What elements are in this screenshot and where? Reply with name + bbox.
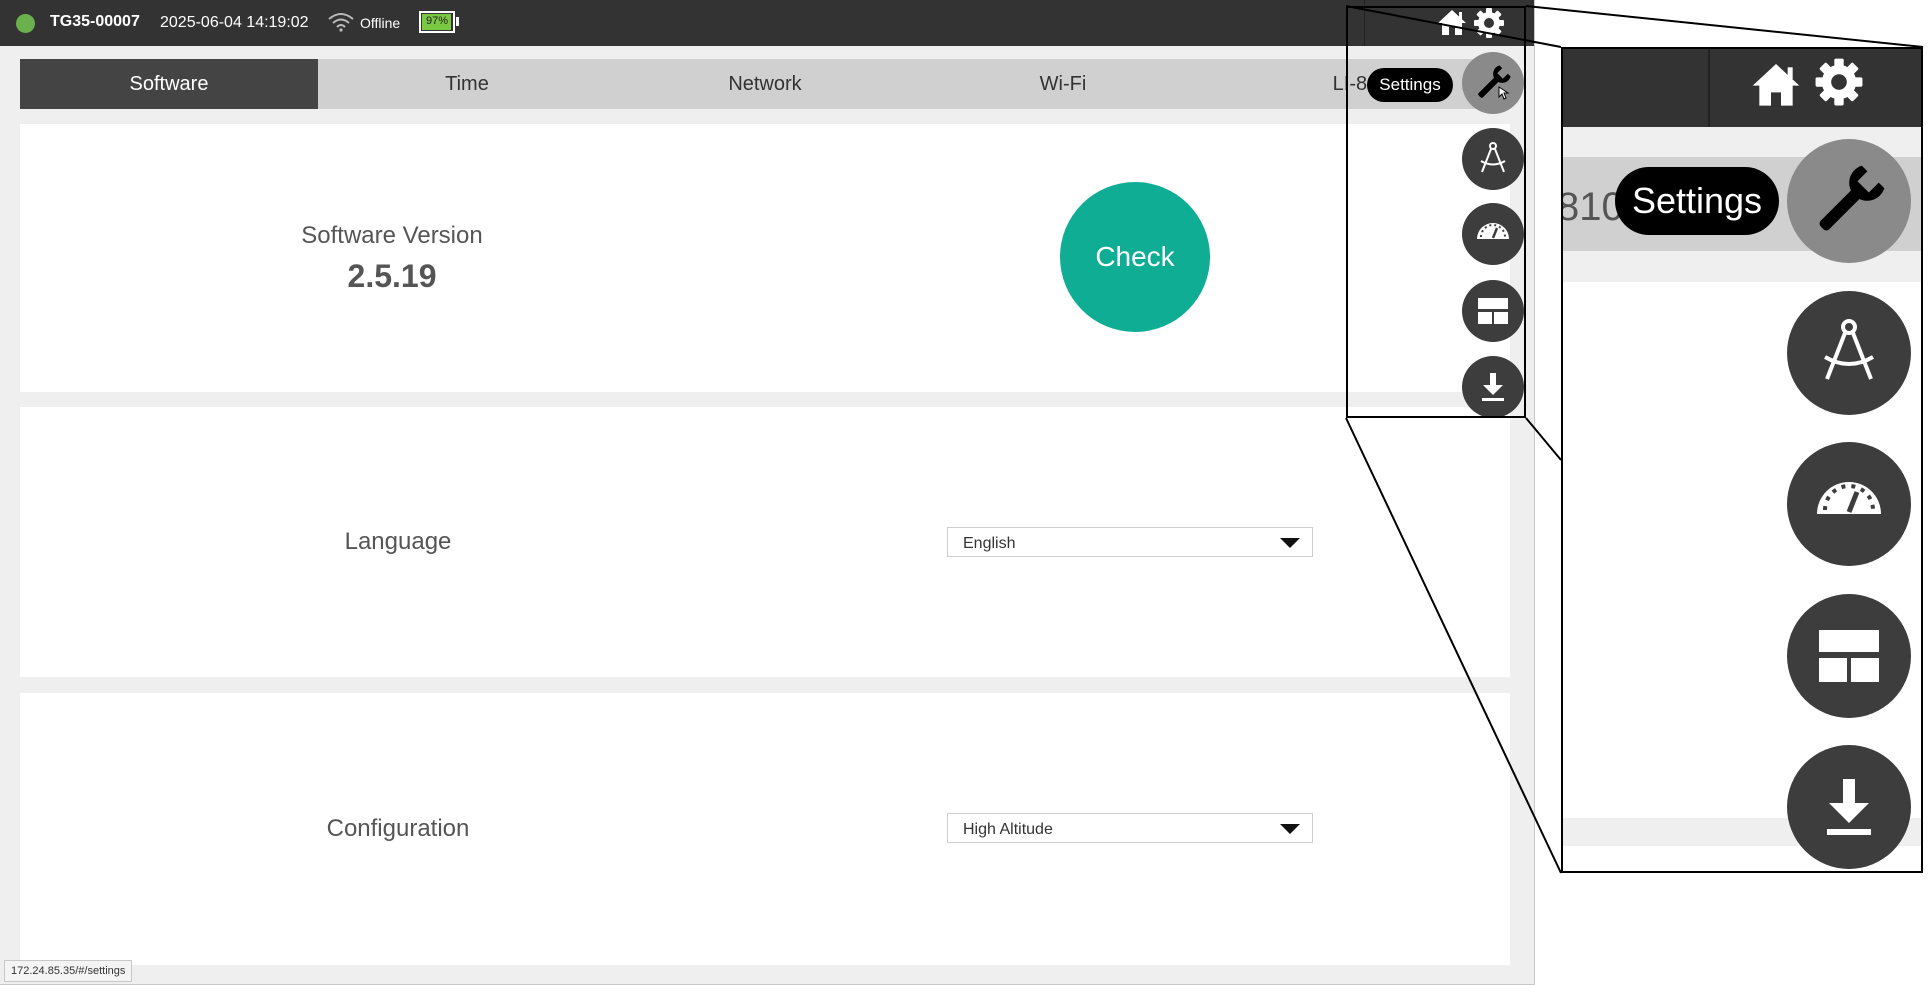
gear-icon <box>1815 58 1863 106</box>
software-panel: Software Version 2.5.19 Check <box>20 124 1510 392</box>
chevron-down-icon <box>1280 824 1300 834</box>
configuration-selected: High Altitude <box>963 821 1053 838</box>
language-selected: English <box>963 535 1016 552</box>
datetime: 2025-06-04 14:19:02 <box>160 14 309 31</box>
gauge-icon <box>1817 482 1881 514</box>
zoom-title-bar <box>1563 49 1921 127</box>
zoom-dashboard-button <box>1787 442 1911 566</box>
zoom-calibration-button <box>1787 291 1911 415</box>
download-icon <box>1827 779 1871 835</box>
battery-indicator: 97% <box>419 11 455 33</box>
zoom-tab-fragment: 810 <box>1561 185 1624 229</box>
battery-tip <box>456 17 459 26</box>
zoom-layout-button <box>1787 594 1911 718</box>
language-select[interactable]: English <box>947 527 1313 557</box>
tab-wifi[interactable]: Wi-Fi <box>914 59 1212 109</box>
app-window: TG35-00007 2025-06-04 14:19:02 Offline 9… <box>0 0 1535 985</box>
language-panel: Language English <box>20 407 1510 677</box>
title-bar: TG35-00007 2025-06-04 14:19:02 Offline 9… <box>0 0 1534 46</box>
tab-time[interactable]: Time <box>318 59 616 109</box>
settings-tabs: Software Time Network Wi-Fi LI-810 <box>20 59 1510 109</box>
zoom-settings-button <box>1787 139 1911 263</box>
home-icon <box>1752 64 1800 106</box>
status-indicator <box>16 14 35 33</box>
zoom-inset: 810 Settings <box>1561 47 1923 873</box>
wrench-icon <box>1819 165 1885 231</box>
language-label: Language <box>344 528 452 555</box>
software-version-value: 2.5.19 <box>347 258 437 294</box>
configuration-label: Configuration <box>326 815 470 842</box>
compass-icon <box>1823 319 1875 380</box>
check-button[interactable]: Check <box>1060 182 1210 332</box>
configuration-panel: Configuration High Altitude <box>20 693 1510 965</box>
status-url: 172.24.85.35/#/settings <box>4 960 133 982</box>
layout-icon <box>1819 630 1879 682</box>
software-version-label: Software Version <box>301 222 483 249</box>
configuration-select[interactable]: High Altitude <box>947 813 1313 843</box>
battery-percent: 97% <box>425 15 449 27</box>
tab-software[interactable]: Software <box>20 59 318 109</box>
zoom-titlebar-divider <box>1708 49 1710 127</box>
zoom-highlight-box <box>1346 6 1526 418</box>
device-id: TG35-00007 <box>50 13 140 30</box>
chevron-down-icon <box>1280 538 1300 548</box>
zoom-download-button <box>1787 745 1911 869</box>
tab-network[interactable]: Network <box>616 59 914 109</box>
zoom-settings-tooltip: Settings <box>1615 167 1779 235</box>
wifi-icon <box>328 13 354 32</box>
connection-status: Offline <box>360 15 401 31</box>
